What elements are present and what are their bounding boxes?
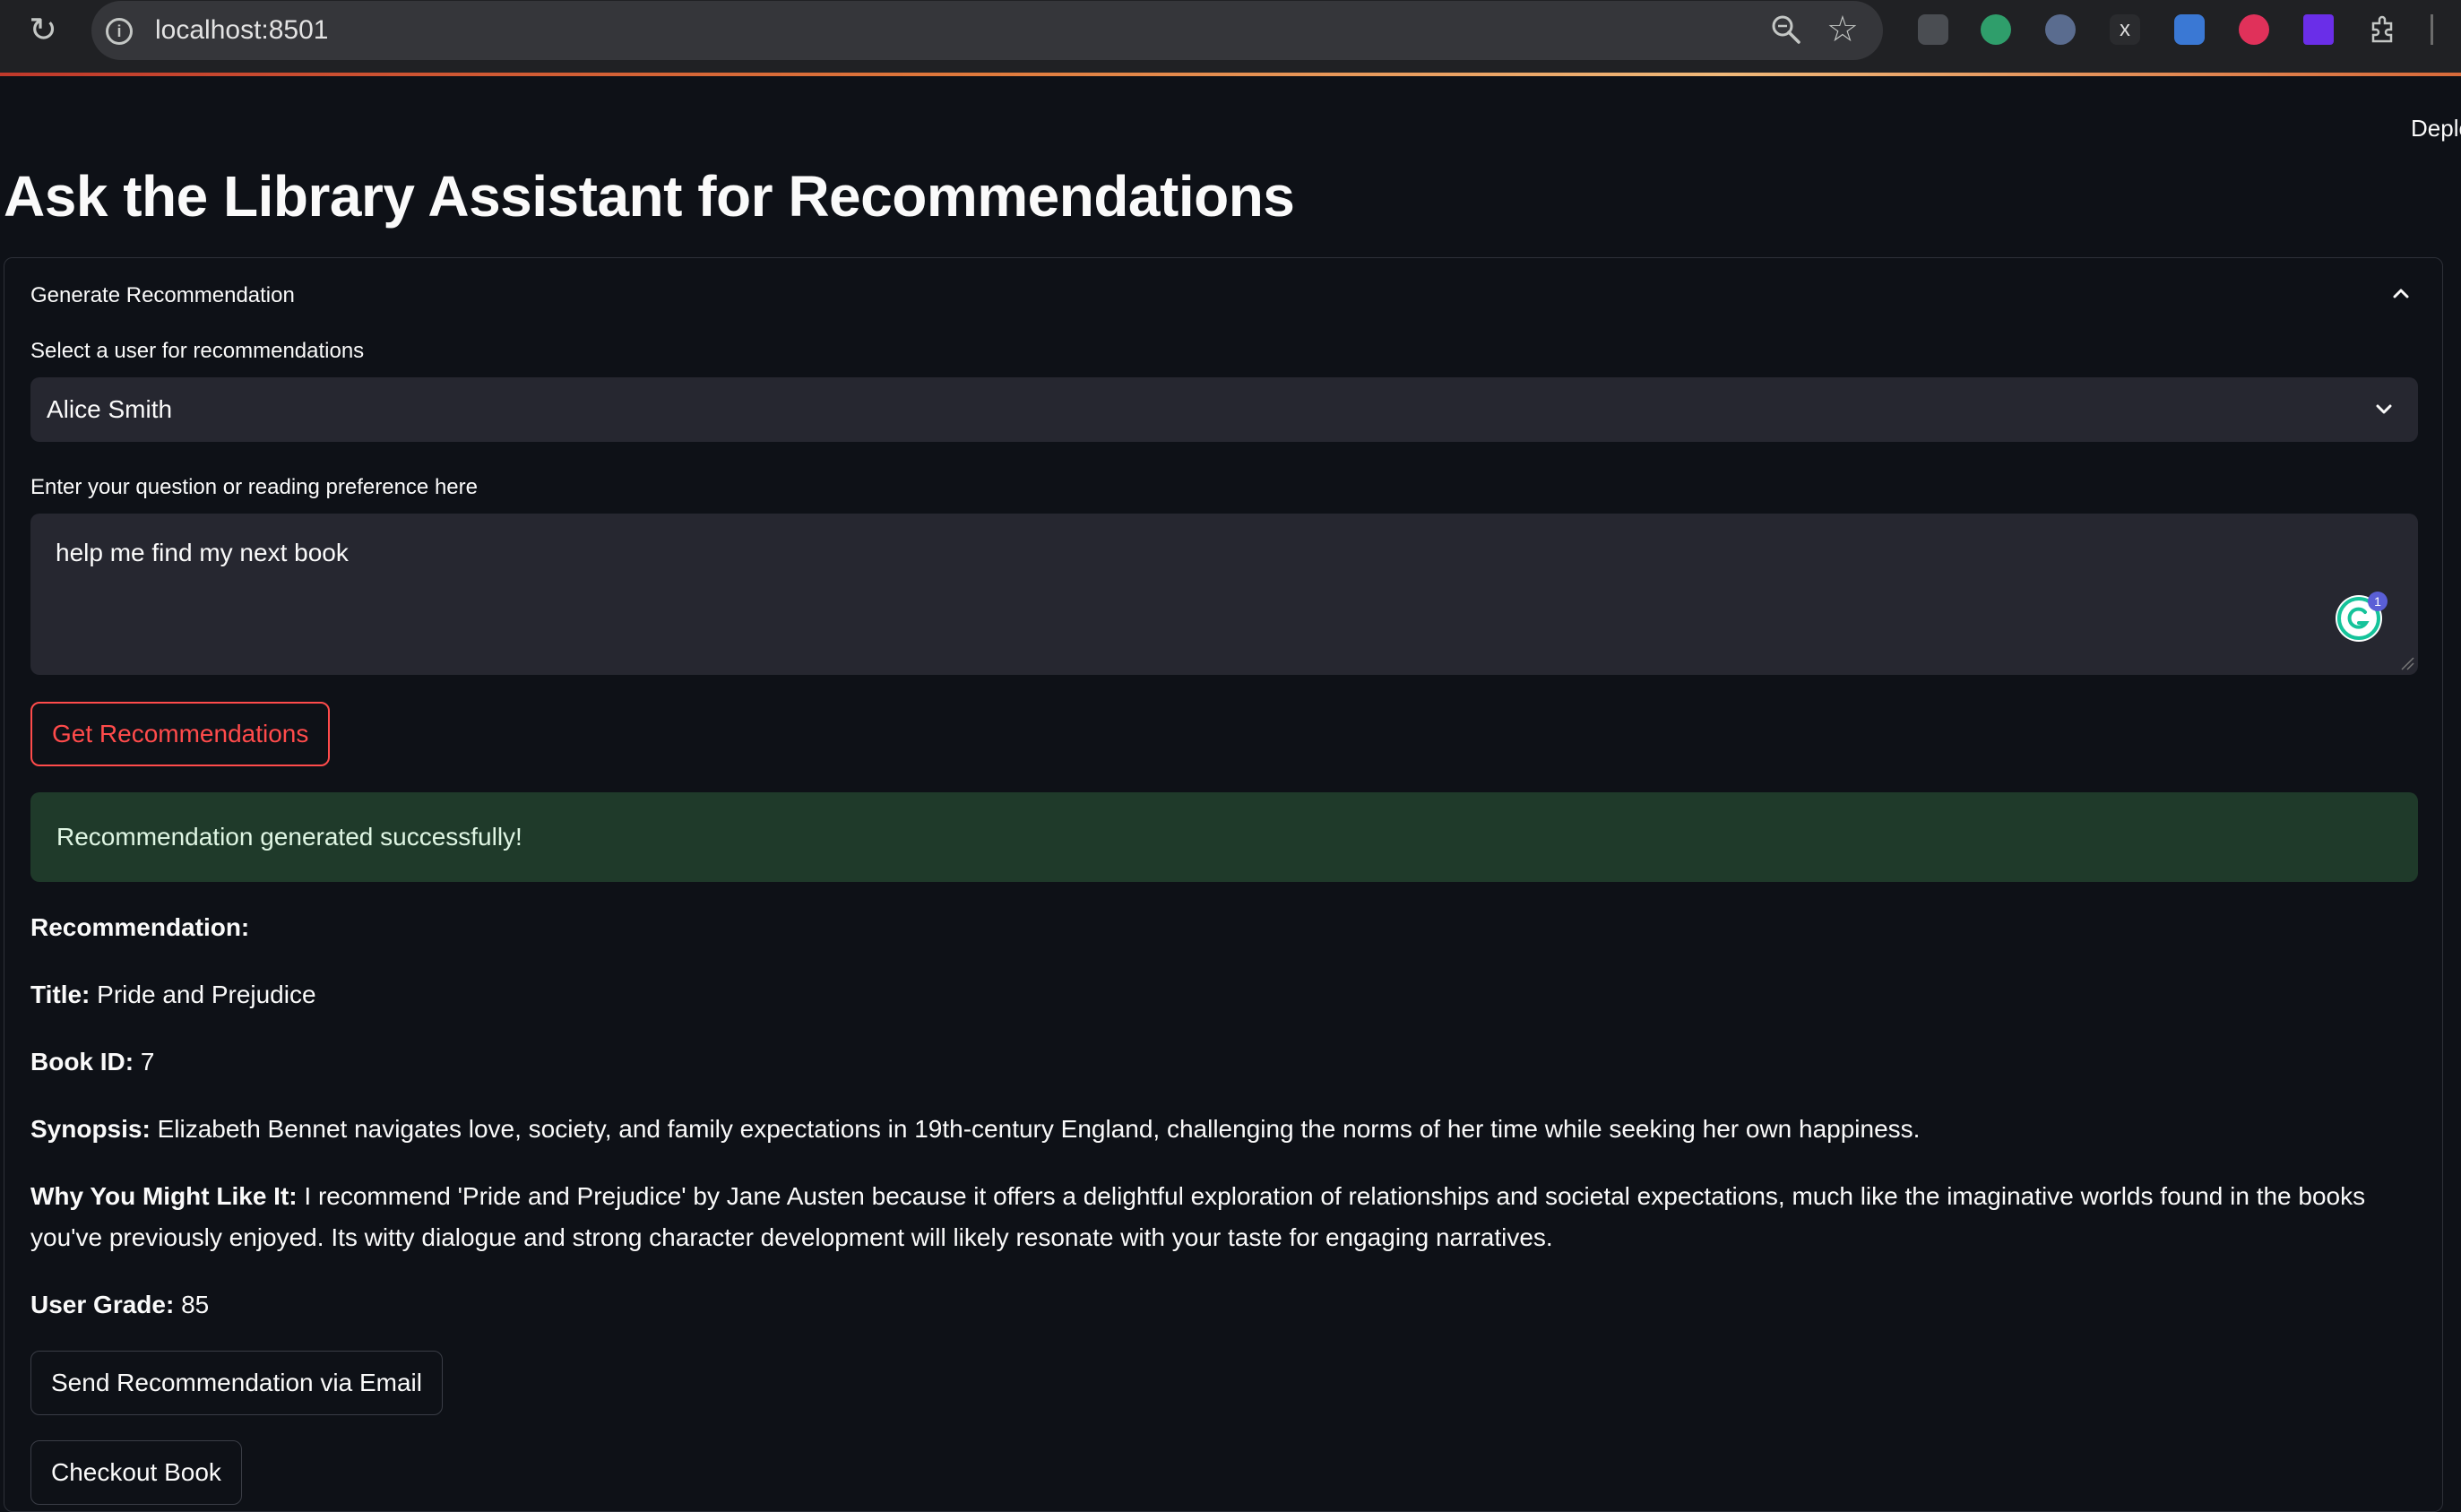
grade-row: User Grade: 85 [30, 1284, 209, 1326]
zoom-icon[interactable] [1769, 13, 1803, 47]
user-select-value[interactable]: Alice Smith [47, 392, 172, 428]
puzzle-icon[interactable] [2368, 14, 2398, 45]
resize-handle-icon[interactable] [2400, 656, 2414, 670]
info-icon[interactable]: i [106, 18, 133, 45]
reload-icon[interactable]: ↻ [25, 13, 61, 48]
recommendation-expander [4, 257, 2443, 1512]
extension-icon[interactable] [1918, 14, 1948, 45]
book-id-value: 7 [140, 1048, 155, 1076]
grade-label: User Grade: [30, 1291, 175, 1318]
extension-icon[interactable] [2045, 14, 2076, 45]
recommendation-heading: Recommendation: [30, 913, 250, 941]
book-id-label: Book ID: [30, 1048, 134, 1076]
loading-bar [0, 73, 2461, 76]
url-text[interactable]: localhost:8501 [155, 13, 328, 48]
synopsis-label: Synopsis: [30, 1115, 151, 1143]
question-label: Enter your question or reading preferenc… [30, 475, 478, 499]
page-title: Ask the Library Assistant for Recommenda… [4, 164, 1295, 229]
title-row: Title: Pride and Prejudice [30, 974, 316, 1015]
why-row: Why You Might Like It: I recommend 'Prid… [30, 1176, 2396, 1258]
chevron-down-icon[interactable] [2370, 396, 2397, 423]
title-label: Title: [30, 981, 91, 1008]
grammarly-extension-icon[interactable] [1981, 14, 2011, 45]
address-bar[interactable] [91, 1, 1883, 60]
synopsis-row: Synopsis: Elizabeth Bennet navigates lov… [30, 1109, 1920, 1150]
title-value: Pride and Prejudice [97, 981, 316, 1008]
expander-title[interactable]: Generate Recommendation [30, 281, 295, 310]
why-label: Why You Might Like It: [30, 1182, 298, 1210]
extension-icon[interactable] [2239, 14, 2269, 45]
star-icon[interactable]: ☆ [1826, 9, 1859, 50]
toolbar-divider [2431, 14, 2433, 45]
user-select-label: Select a user for recommendations [30, 339, 365, 363]
send-email-button[interactable]: Send Recommendation via Email [30, 1351, 443, 1415]
x-extension-icon[interactable]: x [2110, 14, 2140, 45]
grammarly-count-badge: 1 [2368, 592, 2388, 611]
success-message: Recommendation generated successfully! [56, 823, 522, 851]
user-select[interactable] [30, 377, 2418, 442]
checkout-book-button[interactable]: Checkout Book [30, 1440, 242, 1505]
synopsis-value: Elizabeth Bennet navigates love, society… [157, 1115, 1921, 1143]
why-value: I recommend 'Pride and Prejudice' by Jan… [30, 1182, 2366, 1251]
question-input[interactable]: help me find my next book [30, 514, 2418, 675]
extension-icon[interactable] [2174, 14, 2205, 45]
book-id-row: Book ID: 7 [30, 1041, 154, 1083]
extension-icon[interactable] [2303, 14, 2334, 45]
get-recommendations-button[interactable]: Get Recommendations [30, 702, 331, 766]
deploy-button[interactable]: Deplo [2411, 115, 2461, 143]
grade-value: 85 [181, 1291, 210, 1318]
chevron-up-icon[interactable] [2388, 280, 2414, 307]
